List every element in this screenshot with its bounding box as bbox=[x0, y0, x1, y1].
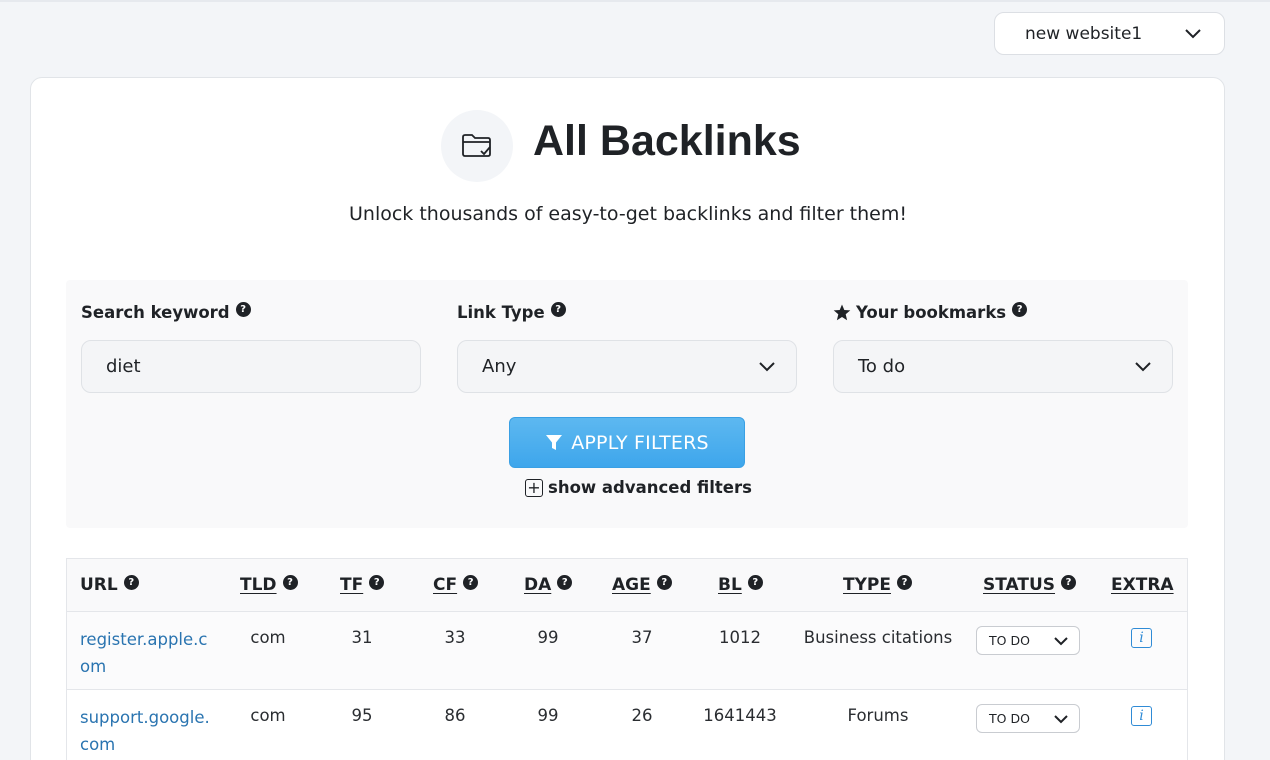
help-icon[interactable]: ? bbox=[463, 574, 479, 590]
table-row: register.apple.com com 31 33 99 37 1012 … bbox=[67, 612, 1187, 690]
plus-box-icon: + bbox=[525, 478, 543, 497]
info-icon[interactable]: i bbox=[1131, 706, 1152, 726]
row-da: 99 bbox=[537, 628, 559, 647]
link-type-value: Any bbox=[482, 356, 517, 377]
chevron-down-icon bbox=[1054, 637, 1068, 646]
column-header-url: URL ? bbox=[80, 574, 139, 595]
help-icon[interactable]: ? bbox=[1012, 302, 1028, 317]
help-icon[interactable]: ? bbox=[369, 574, 385, 590]
bookmarks-label: Your bookmarks ? bbox=[833, 302, 1028, 322]
folder-check-icon bbox=[441, 110, 513, 182]
show-advanced-filters-toggle[interactable]: + show advanced filters bbox=[525, 478, 752, 497]
website-select[interactable]: new website1 bbox=[994, 12, 1225, 55]
column-header-extra[interactable]: EXTRA bbox=[1111, 575, 1174, 595]
help-icon[interactable]: ? bbox=[123, 574, 139, 590]
row-age: 37 bbox=[631, 628, 653, 647]
column-header-cf[interactable]: CF ? bbox=[433, 574, 479, 595]
row-url-link[interactable]: register.apple.com bbox=[80, 626, 215, 680]
help-icon[interactable]: ? bbox=[550, 302, 566, 317]
row-tf: 95 bbox=[351, 706, 373, 725]
show-advanced-filters-label: show advanced filters bbox=[548, 478, 752, 497]
column-header-age[interactable]: AGE ? bbox=[612, 574, 672, 595]
column-header-status[interactable]: STATUS ? bbox=[983, 574, 1077, 595]
bookmarks-select[interactable]: To do bbox=[833, 340, 1173, 393]
help-icon[interactable]: ? bbox=[557, 574, 573, 590]
row-status-select[interactable]: TO DO bbox=[976, 704, 1080, 733]
row-status-select[interactable]: TO DO bbox=[976, 626, 1080, 655]
row-age: 26 bbox=[631, 706, 653, 725]
row-tf: 31 bbox=[351, 628, 373, 647]
column-header-bl[interactable]: BL ? bbox=[718, 574, 763, 595]
chevron-down-icon bbox=[1185, 29, 1201, 39]
table-header: URL ? TLD ? TF ? CF ? DA ? AGE ? BL ? TY… bbox=[67, 559, 1187, 612]
keyword-label: Search keyword ? bbox=[81, 302, 251, 322]
search-keyword-input[interactable] bbox=[106, 356, 396, 377]
apply-filters-label: APPLY FILTERS bbox=[571, 431, 709, 454]
row-tld: com bbox=[250, 628, 286, 647]
column-header-tld[interactable]: TLD ? bbox=[240, 574, 298, 595]
column-header-type[interactable]: TYPE ? bbox=[843, 574, 912, 595]
table-row: support.google.com com 95 86 99 26 16414… bbox=[67, 690, 1187, 760]
help-icon[interactable]: ? bbox=[282, 574, 298, 590]
row-bl: 1641443 bbox=[703, 706, 777, 725]
top-strip bbox=[0, 0, 1270, 2]
help-icon[interactable]: ? bbox=[747, 574, 763, 590]
row-bl: 1012 bbox=[719, 628, 761, 647]
link-type-label: Link Type ? bbox=[457, 302, 566, 322]
row-type: Forums bbox=[847, 706, 909, 725]
apply-filters-button[interactable]: APPLY FILTERS bbox=[509, 417, 745, 468]
row-type: Business citations bbox=[803, 628, 953, 647]
filter-icon bbox=[546, 434, 563, 450]
help-icon[interactable]: ? bbox=[896, 574, 912, 590]
row-cf: 33 bbox=[444, 628, 466, 647]
row-status-value: TO DO bbox=[989, 711, 1030, 726]
row-tld: com bbox=[250, 706, 286, 725]
row-url-link[interactable]: support.google.com bbox=[80, 704, 215, 758]
chevron-down-icon bbox=[1135, 362, 1151, 372]
column-header-tf[interactable]: TF ? bbox=[340, 574, 385, 595]
row-da: 99 bbox=[537, 706, 559, 725]
link-type-select[interactable]: Any bbox=[457, 340, 797, 393]
page-title: All Backlinks bbox=[533, 117, 801, 165]
chevron-down-icon bbox=[1054, 715, 1068, 724]
search-keyword-field[interactable] bbox=[81, 340, 421, 393]
chevron-down-icon bbox=[759, 362, 775, 372]
page-subtitle: Unlock thousands of easy-to-get backlink… bbox=[349, 203, 907, 225]
help-icon[interactable]: ? bbox=[235, 302, 251, 317]
row-cf: 86 bbox=[444, 706, 466, 725]
row-status-value: TO DO bbox=[989, 633, 1030, 648]
help-icon[interactable]: ? bbox=[1061, 574, 1077, 590]
info-icon[interactable]: i bbox=[1131, 628, 1152, 648]
website-select-value: new website1 bbox=[1025, 23, 1143, 44]
bookmarks-value: To do bbox=[858, 356, 906, 377]
help-icon[interactable]: ? bbox=[656, 574, 672, 590]
star-icon bbox=[833, 304, 851, 321]
column-header-da[interactable]: DA ? bbox=[524, 574, 573, 595]
backlinks-table: URL ? TLD ? TF ? CF ? DA ? AGE ? BL ? TY… bbox=[66, 558, 1188, 760]
